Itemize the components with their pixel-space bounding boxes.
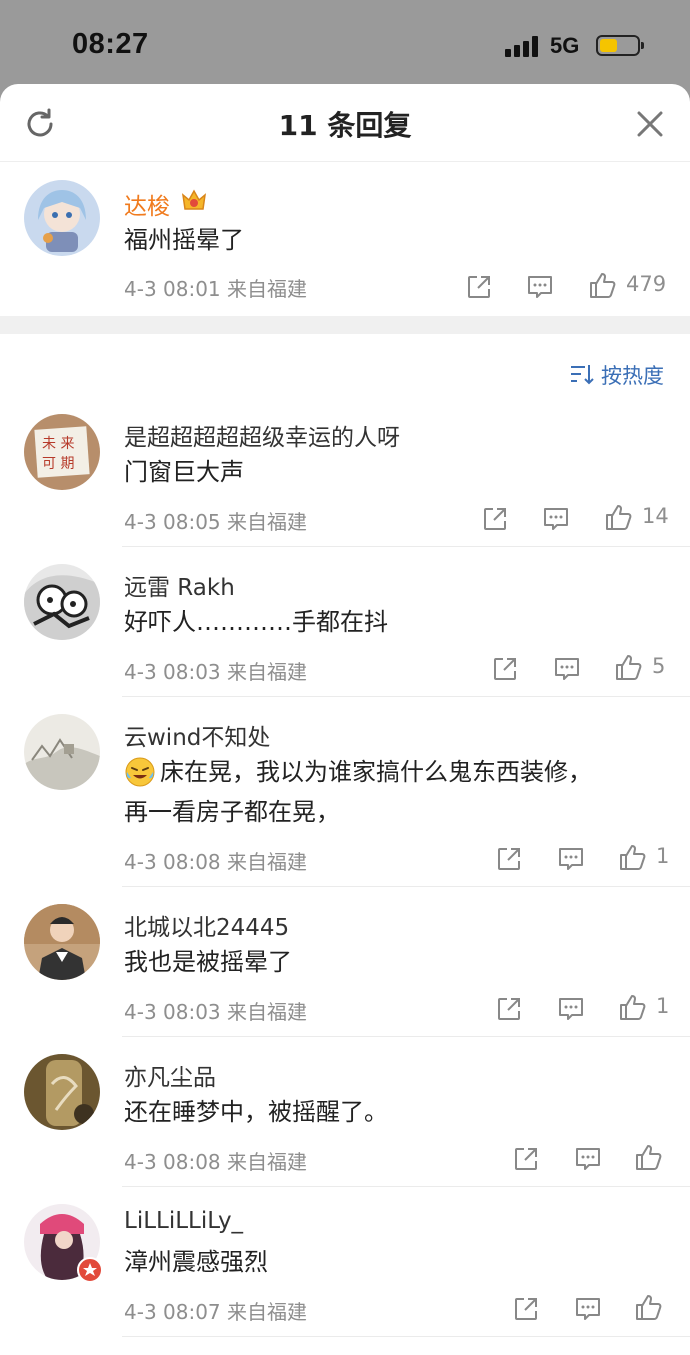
comment-location: 来自福建 [227,1000,308,1024]
avatar[interactable] [24,904,100,980]
like-count: 5 [652,654,666,678]
like-button[interactable]: 1 [618,992,669,1022]
svg-text:可 期: 可 期 [42,456,74,472]
comment-icon[interactable] [542,505,570,533]
crying-laughing-emoji-icon [124,756,156,788]
like-button[interactable]: 479 [588,270,666,300]
avatar[interactable] [24,1054,100,1130]
section-divider [0,316,690,334]
comment-text: 床在晃，我以为谁家搞什么鬼东西装修， [160,758,592,786]
comment-meta: 4-3 08:08 来自福建 [124,846,307,875]
commenter-name[interactable]: 远雷 Rakh [124,568,235,602]
like-button[interactable] [634,1142,664,1172]
comment-text: 门窗巨大声 [124,458,244,486]
signal-icon [505,35,541,57]
close-icon[interactable] [632,106,668,142]
comment-icon[interactable] [553,655,581,683]
share-icon[interactable] [495,995,523,1023]
avatar[interactable] [24,714,100,790]
divider [122,1336,690,1337]
status-time: 08:27 [72,28,149,60]
thumbs-up-icon [616,655,642,680]
thumbs-up-icon [620,845,646,870]
share-icon[interactable] [465,273,493,301]
like-count: 479 [626,272,667,296]
thumbs-up-icon [620,995,646,1020]
commenter-name[interactable]: 北城以北24445 [124,908,289,942]
battery-icon [596,35,644,56]
commenter-name[interactable]: 亦凡尘品 [124,1058,216,1092]
svg-text:未 来: 未 来 [42,436,74,452]
like-button[interactable]: 1 [618,842,669,872]
comment-location: 来自福建 [227,277,308,301]
comment-meta: 4-3 08:05 来自福建 [124,506,307,535]
like-button[interactable] [634,1292,664,1322]
comment-time: 4-3 08:03 [124,1000,221,1024]
avatar[interactable] [24,180,100,256]
comment-text: 福州摇晕了 [124,226,244,254]
share-icon[interactable] [512,1295,540,1323]
comment-text-line2: 再一看房子都在晃， [124,798,340,826]
comment-icon[interactable] [574,1145,602,1173]
comment-time: 4-3 08:08 [124,1150,221,1174]
like-button[interactable]: 14 [604,502,669,532]
comment-time: 4-3 08:08 [124,850,221,874]
thumbs-up-icon [636,1145,662,1170]
network-type: 5G [550,33,580,58]
comment-text: 漳州震感强烈 [124,1248,268,1276]
divider [122,1186,690,1187]
comment-location: 来自福建 [227,1150,308,1174]
comment-icon[interactable] [574,1295,602,1323]
comment-location: 来自福建 [227,850,308,874]
comment-icon[interactable] [557,995,585,1023]
thumbs-up-icon [606,505,632,530]
share-icon[interactable] [512,1145,540,1173]
comment-meta: 4-3 08:07 来自福建 [124,1296,307,1325]
status-bar: 08:27 5G [0,0,690,84]
avatar[interactable]: 未 来可 期 [24,414,100,490]
avatar[interactable] [24,564,100,640]
like-count: 14 [642,504,669,528]
reply-sheet: 11 条回复 达梭 福州摇晕了 4-3 08:01 来自福建 479 按热度 未… [0,84,690,1355]
thumbs-up-icon [636,1295,662,1320]
comment-meta: 4-3 08:08 来自福建 [124,1146,307,1175]
comment-time: 4-3 08:01 [124,277,221,301]
sheet-header: 11 条回复 [0,84,690,162]
commenter-name[interactable]: 云wind不知处 [124,718,270,752]
comment-text: 我也是被摇晕了 [124,948,292,976]
divider [122,886,690,887]
comment-time: 4-3 08:05 [124,510,221,534]
commenter-name[interactable]: 是超超超超超级幸运的人呀 [124,418,400,452]
divider [122,546,690,547]
comment-time: 4-3 08:07 [124,1300,221,1324]
divider [122,696,690,697]
commenter-name[interactable]: LiLLiLLiLy_ [124,1208,243,1234]
sort-icon [571,365,594,385]
comment-icon[interactable] [526,273,554,301]
divider [122,1036,690,1037]
sheet-title: 11 条回复 [278,109,412,142]
sort-label: 按热度 [601,364,664,388]
comment-meta: 4-3 08:03 来自福建 [124,996,307,1025]
crown-badge-icon [180,187,208,213]
comment-text: 还在睡梦中，被摇醒了。 [124,1098,388,1126]
comment-icon[interactable] [557,845,585,873]
comment-text: 好吓人…………手都在抖 [124,608,388,636]
comment-meta: 4-3 08:01 来自福建 [124,273,307,302]
like-count: 1 [656,994,670,1018]
share-icon[interactable] [481,505,509,533]
comment-time: 4-3 08:03 [124,660,221,684]
like-button[interactable]: 5 [614,652,665,682]
verified-badge-icon [77,1257,103,1283]
commenter-name[interactable]: 达梭 [124,187,170,221]
like-count: 1 [656,844,670,868]
share-icon[interactable] [495,845,523,873]
share-icon[interactable] [491,655,519,683]
comment-location: 来自福建 [227,1300,308,1324]
comment-meta: 4-3 08:03 来自福建 [124,656,307,685]
comment-location: 来自福建 [227,510,308,534]
comment-location: 来自福建 [227,660,308,684]
thumbs-up-icon [590,273,616,298]
